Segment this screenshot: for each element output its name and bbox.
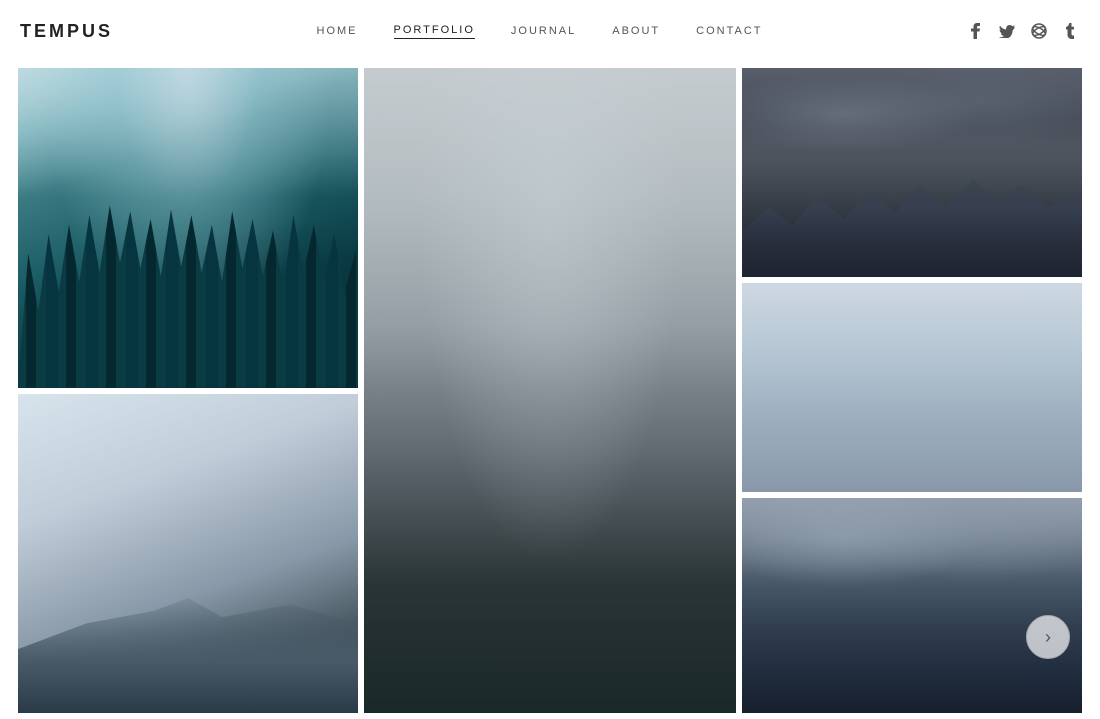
site-logo[interactable]: TEMPUS [20, 21, 113, 42]
next-button[interactable]: › [1026, 615, 1070, 659]
gallery-wrapper: › [0, 62, 1100, 719]
main-nav: HOME PORTFOLIO JOURNAL ABOUT CONTACT [317, 24, 763, 39]
nav-home[interactable]: HOME [317, 25, 358, 37]
gallery-col-3 [742, 68, 1082, 713]
gallery-item-snowy-valley[interactable] [18, 394, 358, 714]
social-links [966, 22, 1080, 40]
photo-gallery [0, 62, 1100, 719]
nav-journal[interactable]: JOURNAL [511, 25, 576, 37]
gallery-item-snow-forest[interactable] [742, 283, 1082, 492]
nav-contact[interactable]: CONTACT [696, 25, 762, 37]
gallery-item-teal-forest[interactable] [18, 68, 358, 388]
nav-about[interactable]: ABOUT [612, 25, 660, 37]
gallery-item-misty-mountains[interactable] [742, 498, 1082, 713]
gallery-col-1 [18, 68, 358, 713]
dribbble-icon[interactable] [1030, 22, 1048, 40]
gallery-item-foggy-trees[interactable] [364, 68, 736, 713]
nav-portfolio[interactable]: PORTFOLIO [394, 24, 475, 39]
gallery-col-2 [364, 68, 736, 713]
twitter-icon[interactable] [998, 22, 1016, 40]
gallery-item-cloudy-mountains[interactable] [742, 68, 1082, 277]
facebook-icon[interactable] [966, 22, 984, 40]
tumblr-icon[interactable] [1062, 22, 1080, 40]
